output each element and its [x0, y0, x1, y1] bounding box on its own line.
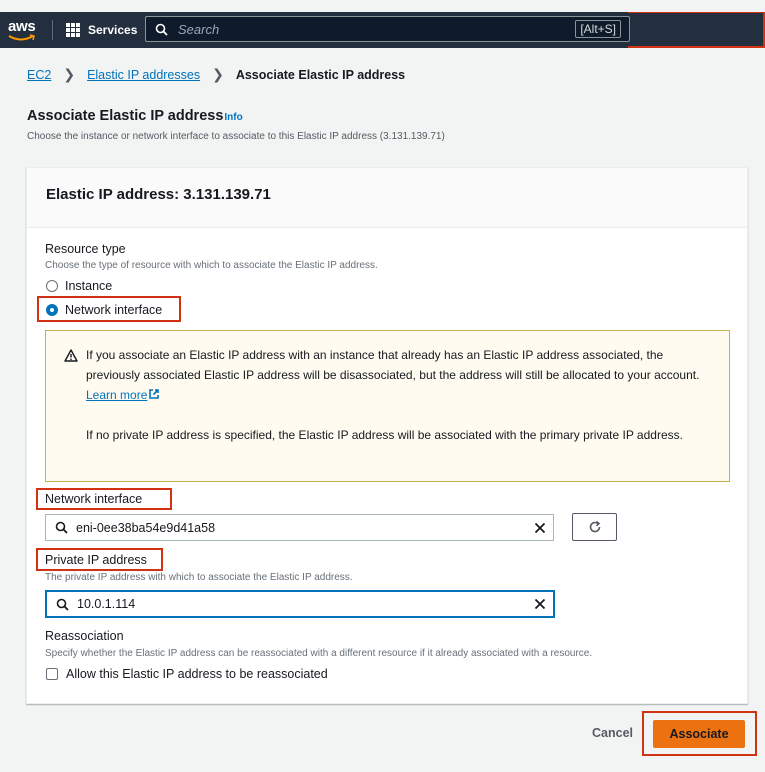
clear-icon[interactable] — [534, 598, 546, 610]
network-interface-input[interactable]: eni-0ee38ba54e9d41a58 — [45, 514, 554, 541]
radio-instance-control[interactable] — [46, 280, 58, 292]
resource-type-description: Choose the type of resource with which t… — [45, 260, 378, 271]
search-icon — [55, 521, 68, 534]
annotation-box-nav — [628, 12, 765, 48]
global-search[interactable]: [Alt+S] — [145, 16, 630, 42]
services-label: Services — [88, 23, 138, 37]
learn-more-link[interactable]: Learn more — [86, 388, 160, 402]
private-ip-description: The private IP address with which to ass… — [45, 572, 353, 583]
page-title-text: Associate Elastic IP address — [27, 108, 224, 124]
nav-divider — [52, 20, 53, 40]
chevron-right-icon: ❯ — [212, 66, 224, 82]
alert-text-1: If you associate an Elastic IP address w… — [86, 345, 711, 405]
breadcrumb-ec2[interactable]: EC2 — [27, 68, 51, 82]
warning-icon — [64, 349, 78, 362]
network-interface-value: eni-0ee38ba54e9d41a58 — [76, 520, 216, 535]
reassociation-checkbox[interactable] — [46, 668, 58, 680]
cancel-button[interactable]: Cancel — [592, 726, 633, 740]
breadcrumb-elastic-ip-addresses[interactable]: Elastic IP addresses — [87, 68, 200, 82]
services-menu-button[interactable]: Services — [66, 12, 137, 48]
private-ip-value: 10.0.1.114 — [77, 597, 136, 611]
reassociation-checkbox-row[interactable]: Allow this Elastic IP address to be reas… — [46, 667, 328, 681]
warning-alert: If you associate an Elastic IP address w… — [45, 330, 730, 482]
reassociation-label: Reassociation — [45, 629, 124, 643]
annotation-box-private-ip-label — [36, 548, 163, 571]
radio-instance-label: Instance — [65, 279, 113, 293]
alert-text-2: If no private IP address is specified, t… — [86, 428, 683, 442]
external-link-icon — [149, 389, 160, 399]
aws-logo[interactable]: aws — [6, 16, 40, 44]
radio-instance[interactable]: Instance — [46, 279, 112, 293]
breadcrumb: EC2 ❯ Elastic IP addresses ❯ Associate E… — [27, 66, 405, 83]
search-icon — [56, 598, 69, 611]
page-description: Choose the instance or network interface… — [27, 131, 445, 142]
grid-icon — [66, 23, 80, 37]
search-shortcut-hint: [Alt+S] — [575, 20, 621, 38]
panel-header: Elastic IP address: 3.131.139.71 — [27, 168, 747, 228]
learn-more-label: Learn more — [86, 388, 148, 402]
annotation-box-network-interface-radio — [37, 296, 181, 322]
reassociation-checkbox-label: Allow this Elastic IP address to be reas… — [66, 667, 328, 681]
annotation-box-network-interface-label — [36, 488, 172, 510]
info-link[interactable]: Info — [224, 112, 242, 123]
search-icon — [155, 23, 168, 36]
refresh-button[interactable] — [572, 513, 617, 541]
refresh-icon — [589, 520, 600, 533]
reassociation-description: Specify whether the Elastic IP address c… — [45, 648, 593, 659]
association-panel: Elastic IP address: 3.131.139.71 Resourc… — [26, 167, 748, 704]
private-ip-input[interactable]: 10.0.1.114 — [45, 590, 555, 618]
page-title: Associate Elastic IP addressInfo — [27, 108, 243, 124]
search-input[interactable] — [176, 20, 556, 38]
top-navigation: aws Services [Alt+S] — [0, 12, 765, 48]
annotation-box-associate-button — [642, 711, 757, 756]
chevron-right-icon: ❯ — [63, 66, 76, 82]
clear-icon[interactable] — [534, 522, 546, 534]
panel-title: Elastic IP address: 3.131.139.71 — [46, 186, 271, 203]
alert-line-1: If you associate an Elastic IP address w… — [86, 348, 700, 382]
resource-type-label: Resource type — [45, 242, 126, 256]
breadcrumb-current: Associate Elastic IP address — [235, 67, 406, 82]
aws-smile-icon — [8, 34, 35, 41]
